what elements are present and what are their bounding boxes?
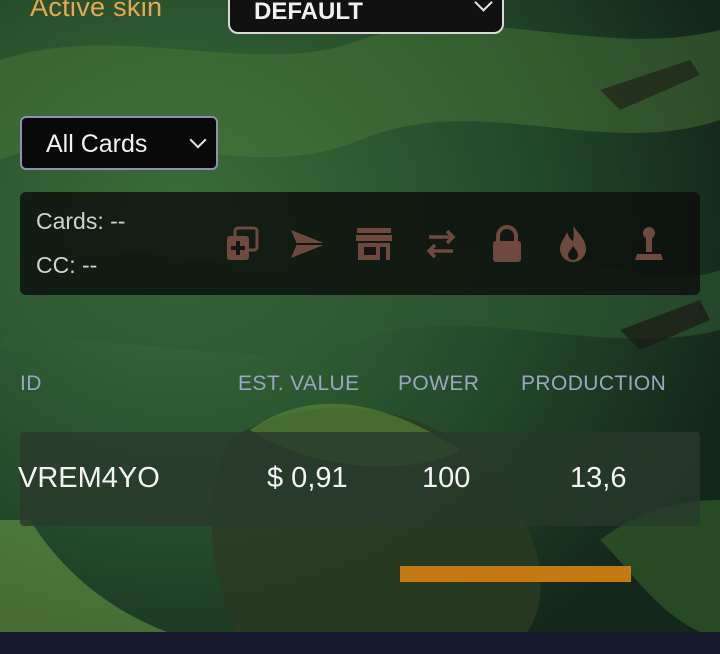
cell-production: 13,6: [570, 462, 627, 494]
card-filter-value: All Cards: [46, 130, 148, 158]
skin-select[interactable]: DEFAULT: [228, 0, 504, 34]
send-icon[interactable]: [286, 222, 330, 266]
progress-fill: [400, 566, 631, 582]
chevron-down-icon: [189, 131, 207, 149]
transfer-arrows-icon[interactable]: [419, 222, 463, 266]
cell-id: VREM4YO: [18, 462, 160, 494]
column-header-est-value[interactable]: EST. VALUE: [238, 372, 360, 396]
column-header-id[interactable]: ID: [20, 372, 42, 396]
cc-count: CC: --: [36, 252, 98, 278]
column-header-power[interactable]: POWER: [398, 372, 479, 396]
market-store-icon[interactable]: [352, 222, 396, 266]
chevron-down-icon: [474, 0, 493, 12]
skin-select-value: DEFAULT: [254, 0, 363, 25]
lock-icon[interactable]: [485, 222, 529, 266]
bottom-bar: [0, 632, 720, 654]
stats-panel: Cards: -- CC: --: [20, 192, 700, 295]
cell-est-value: $ 0,91: [267, 462, 348, 494]
column-header-production[interactable]: PRODUCTION: [521, 372, 666, 396]
background-artwork: [0, 0, 720, 654]
cards-count: Cards: --: [36, 208, 126, 234]
joystick-icon[interactable]: [627, 222, 671, 266]
cell-power: 100: [422, 462, 471, 494]
burn-fire-icon[interactable]: [551, 222, 595, 266]
progress-bar: [400, 566, 631, 582]
table-row[interactable]: VREM4YO $ 0,91 100 13,6: [18, 432, 700, 526]
active-skin-label: Active skin: [30, 0, 163, 22]
combine-icon[interactable]: [221, 222, 265, 266]
card-filter-select[interactable]: All Cards: [20, 116, 218, 170]
